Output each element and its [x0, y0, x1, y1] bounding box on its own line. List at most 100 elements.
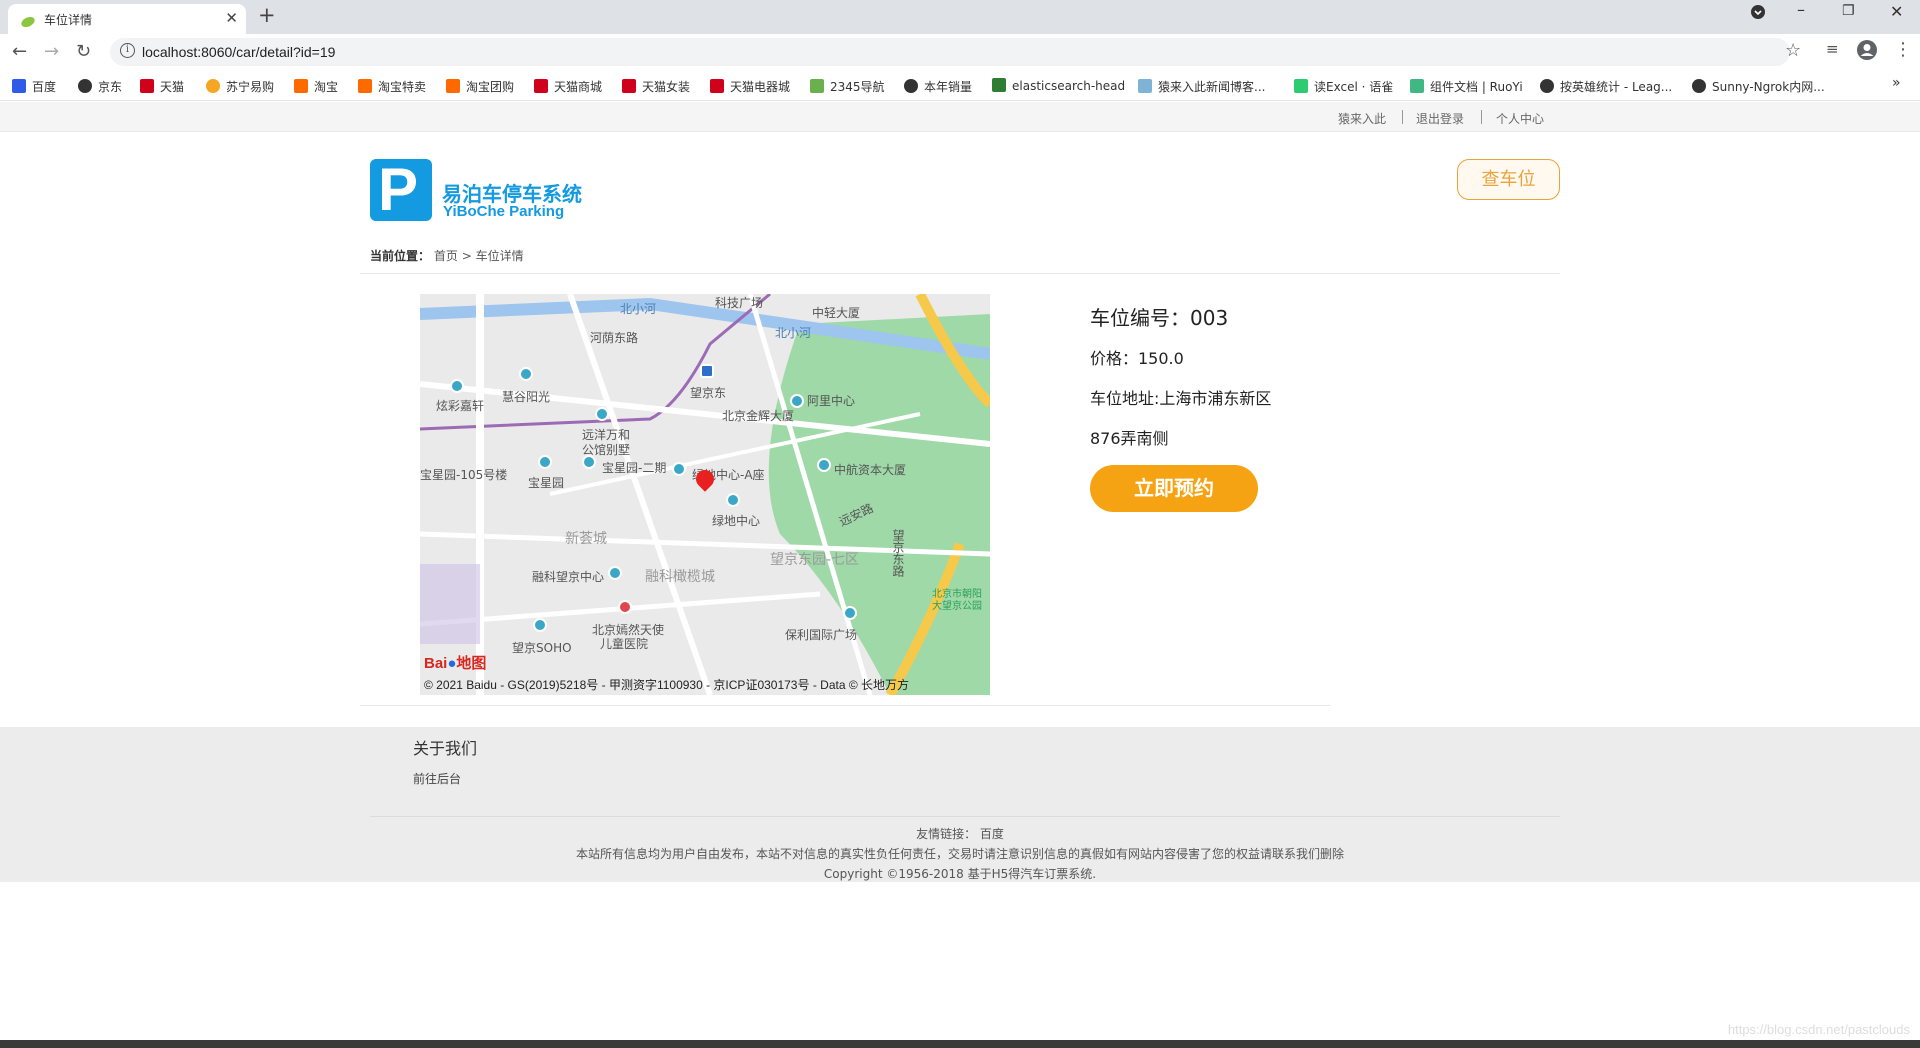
leaf-favicon-icon — [20, 13, 36, 28]
media-control-icon[interactable]: ≡ — [1826, 40, 1839, 58]
bookmark-item[interactable]: 淘宝团购 — [446, 78, 514, 95]
poi-marker-icon — [817, 458, 831, 472]
nav-link-yuanlai[interactable]: 猿来入此 — [1338, 110, 1386, 127]
breadcrumb-separator: > — [461, 249, 472, 263]
reload-icon[interactable]: ↻ — [76, 41, 91, 62]
minimize-icon[interactable]: – — [1797, 0, 1805, 19]
tab-search-icon[interactable] — [1750, 4, 1766, 24]
bookmark-item[interactable]: Sunny-Ngrok内网... — [1692, 78, 1825, 95]
poi-marker-icon — [672, 462, 686, 476]
window-close-icon[interactable]: ✕ — [1890, 2, 1903, 21]
map-label: 北小河 — [775, 326, 812, 340]
admin-link[interactable]: 前往后台 — [413, 770, 461, 787]
globe-icon — [78, 79, 92, 93]
browser-menu-icon[interactable]: ⋮ — [1894, 39, 1912, 60]
bookmark-item[interactable]: 猿来入此新闻博客... — [1138, 78, 1265, 95]
bookmark-item[interactable]: 按英雄统计 - Leag... — [1540, 78, 1672, 95]
copyright: Copyright ©1956-2018 基于H5得汽车订票系统. — [823, 867, 1097, 881]
bookmark-item[interactable]: 组件文档 | RuoYi — [1410, 78, 1523, 95]
bookmark-item[interactable]: 天猫女装 — [622, 78, 690, 95]
taobao-icon — [358, 79, 372, 93]
restore-icon[interactable]: ❐ — [1842, 3, 1855, 19]
map-roads — [420, 294, 990, 695]
bookmark-item[interactable]: 淘宝特卖 — [358, 78, 426, 95]
new-tab-icon[interactable]: + — [258, 3, 276, 27]
poi-marker-icon — [538, 455, 552, 469]
profile-link[interactable]: 个人中心 — [1496, 110, 1544, 127]
poi-marker-icon — [450, 379, 464, 393]
back-arrow-icon[interactable]: ← — [12, 41, 27, 62]
baidu-map[interactable]: 科技广场 中轻大厦 北小河 北小河 河荫东路 望京东 慧谷阳光 炫彩嘉轩 阿里中… — [420, 294, 990, 695]
map-label: 中航资本大厦 — [834, 463, 907, 477]
bookmark-item[interactable]: 苏宁易购 — [206, 78, 274, 95]
address-bar: ← → ↻ i localhost:8060/car/detail?id=19 … — [0, 34, 1920, 70]
breadcrumb-home[interactable]: 首页 — [434, 249, 458, 263]
tmall-icon — [534, 79, 548, 93]
tmall-icon — [622, 79, 636, 93]
map-copyright: © 2021 Baidu - GS(2019)5218号 - 甲测资字11009… — [424, 678, 910, 692]
bookmark-item[interactable]: 天猫 — [140, 78, 184, 95]
map-label: 阿里中心 — [807, 394, 856, 408]
subway-station-icon — [700, 364, 714, 378]
bookmark-item[interactable]: 2345导航 — [810, 78, 885, 95]
url-field[interactable]: i localhost:8060/car/detail?id=19 — [110, 38, 1790, 66]
tab-close-icon[interactable]: ✕ — [225, 9, 238, 27]
map-label: 望京东园-七区 — [770, 552, 860, 568]
poi-marker-icon — [726, 493, 740, 507]
map-label: 慧谷阳光 — [502, 390, 551, 404]
bookmark-item[interactable]: 京东 — [78, 78, 122, 95]
bookmark-item[interactable]: 本年销量 — [904, 78, 972, 95]
forward-arrow-icon[interactable]: → — [44, 41, 59, 62]
bookmark-item[interactable]: 天猫电器城 — [710, 78, 790, 95]
nav-2345-icon — [810, 79, 824, 93]
poi-marker-icon — [595, 407, 609, 421]
browser-tab-bar: 车位详情 ✕ + – ❐ ✕ — [0, 0, 1920, 34]
baidu-map-logo: Bai●地图 — [424, 655, 487, 672]
url-text[interactable]: localhost:8060/car/detail?id=19 — [142, 44, 335, 60]
taobao-icon — [446, 79, 460, 93]
site-info-icon[interactable]: i — [120, 43, 135, 58]
map-label: 新荟城 — [565, 531, 607, 547]
friend-link-baidu[interactable]: 百度 — [980, 827, 1004, 841]
profile-avatar-icon[interactable] — [1856, 39, 1878, 66]
footer: 关于我们 前往后台 友情链接： 百度 本站所有信息均为用户自由发布，本站不对信息… — [0, 727, 1920, 882]
bookmarks-bar: 百度 京东 天猫 苏宁易购 淘宝 淘宝特卖 淘宝团购 天猫商城 天猫女装 天猫电… — [0, 70, 1920, 101]
breadcrumb-current: 车位详情 — [475, 249, 524, 263]
divider — [360, 273, 1560, 274]
bookmark-star-icon[interactable]: ☆ — [1785, 40, 1801, 61]
os-taskbar — [0, 1040, 1920, 1048]
about-title: 关于我们 — [413, 739, 478, 758]
nav-divider — [1402, 110, 1403, 124]
bookmark-item[interactable]: elasticsearch-head — [992, 78, 1125, 93]
bookmark-item[interactable]: 天猫商城 — [534, 78, 602, 95]
globe-icon — [1540, 79, 1554, 93]
map-label: 北京金辉大厦 — [722, 409, 795, 423]
taobao-icon — [294, 79, 308, 93]
find-parking-button[interactable]: 查车位 — [1457, 159, 1560, 200]
map-label: 北小河 — [620, 302, 657, 316]
spot-price: 价格：150.0 — [1090, 349, 1184, 368]
suning-icon — [206, 79, 220, 93]
poi-marker-icon — [582, 455, 596, 469]
footer-divider — [370, 816, 1560, 817]
bookmark-item[interactable]: 淘宝 — [294, 78, 338, 95]
map-label: 融科橄榄城 — [645, 569, 715, 585]
paw-icon — [12, 79, 26, 93]
tab-title: 车位详情 — [44, 13, 93, 27]
spot-address-line2: 876弄南侧 — [1090, 429, 1169, 448]
browser-tab[interactable]: 车位详情 ✕ — [8, 4, 246, 34]
book-now-button[interactable]: 立即预约 — [1090, 465, 1258, 512]
ruoyi-icon — [1410, 79, 1424, 93]
bookmarks-overflow-icon[interactable]: » — [1892, 75, 1901, 91]
map-label: 融科望京中心 — [532, 570, 605, 584]
parking-logo-icon[interactable]: P — [370, 156, 432, 223]
map-label: 宝星园-二期 — [602, 461, 667, 475]
bookmark-item[interactable]: 读Excel · 语雀 — [1294, 78, 1393, 95]
map-label: 河荫东路 — [590, 331, 639, 345]
globe-icon — [1692, 79, 1706, 93]
watermark: https://blog.csdn.net/pastclouds — [1727, 1022, 1910, 1037]
divider — [360, 705, 1330, 706]
bookmark-item[interactable]: 百度 — [12, 78, 56, 95]
logout-link[interactable]: 退出登录 — [1416, 110, 1464, 127]
breadcrumb-prefix: 当前位置： — [370, 249, 431, 263]
